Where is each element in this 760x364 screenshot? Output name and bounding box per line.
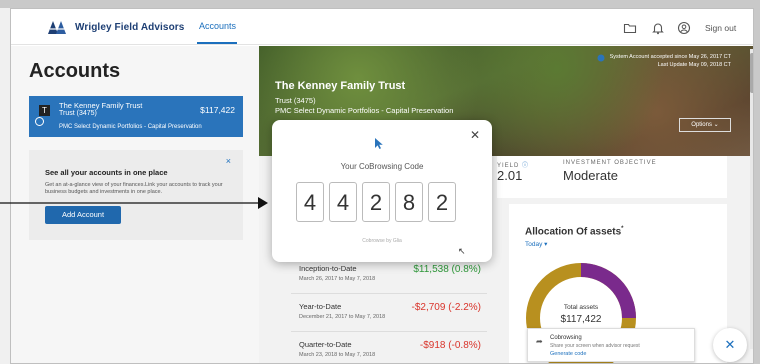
account-number: Trust (3475) — [59, 110, 97, 117]
code-digit: 4 — [296, 182, 324, 222]
radio-icon — [35, 117, 44, 126]
performance-dates: March 26, 2017 to May 7, 2018 — [299, 276, 376, 282]
account-value: $117,422 — [200, 105, 235, 115]
close-icon[interactable]: ✕ — [713, 328, 747, 362]
total-assets-label: Total assets — [563, 304, 599, 311]
performance-dates: March 23, 2018 to May 7, 2018 — [299, 352, 376, 358]
powered-by: Cobrowse by Glia — [362, 238, 402, 244]
total-assets-value: $117,422 — [560, 314, 602, 325]
promo-title: See all your accounts in one place — [45, 168, 168, 177]
account-name: The Kenney Family Trust — [59, 101, 143, 110]
hero-strategy: PMC Select Dynamic Portfolios - Capital … — [275, 106, 454, 115]
pointer-icon: ↖ — [458, 246, 466, 256]
performance-row: Quarter-to-Date March 23, 2018 to May 7,… — [291, 332, 487, 363]
page-title: Accounts — [29, 60, 121, 82]
objective-label: INVESTMENT OBJECTIVE — [563, 160, 657, 166]
performance-label: Quarter-to-Date — [299, 340, 352, 349]
performance-list: Inception-to-Date March 26, 2017 to May … — [291, 256, 487, 363]
nav-active-indicator — [197, 42, 237, 44]
options-label: Options — [691, 122, 712, 128]
cobrowse-code: 4 4 2 8 2 — [296, 182, 456, 222]
window-edge — [0, 8, 10, 364]
performance-label: Year-to-Date — [299, 302, 342, 311]
performance-value: $11,538 (0.8%) — [413, 264, 481, 275]
options-button[interactable]: Options ⌄ — [679, 118, 731, 132]
last-update: Last Update May 09, 2018 CT — [657, 62, 731, 68]
code-digit: 2 — [362, 182, 390, 222]
nav-accounts-link[interactable]: Accounts — [199, 21, 236, 31]
yield-value: 2.01 — [497, 168, 523, 183]
objective-value: Moderate — [563, 168, 618, 183]
scrollbar-thumb[interactable] — [750, 53, 753, 93]
code-digit: 4 — [329, 182, 357, 222]
toast-title: Cobrowsing — [550, 335, 582, 341]
hero-account-name: The Kenney Family Trust — [275, 80, 406, 92]
performance-value: -$918 (-0.8%) — [419, 340, 481, 351]
performance-dates: December 21, 2017 to May 7, 2018 — [299, 314, 386, 320]
brand-logo[interactable]: Wrigley Field Advisors — [47, 19, 184, 35]
signout-link[interactable]: Sign out — [705, 23, 736, 33]
hero-account-number: Trust (3475) — [275, 96, 316, 105]
wf-logo-icon — [48, 21, 66, 34]
generate-code-link[interactable]: Generate code — [550, 351, 586, 357]
code-digit: 8 — [395, 182, 423, 222]
scrollbar-track[interactable] — [750, 49, 753, 349]
link-accounts-promo: × See all your accounts in one place Get… — [29, 150, 243, 240]
summary-stats: YIELD ⓘ 2.01 INVESTMENT OBJECTIVE Modera… — [497, 156, 727, 198]
cobrowse-code-modal: ✕ Your CoBrowsing Code 4 4 2 8 2 Cobrows… — [272, 120, 492, 262]
bell-icon[interactable] — [651, 21, 665, 35]
cobrowse-toast[interactable]: ➦ Cobrowsing Share your screen when advi… — [527, 328, 695, 362]
account-strategy: PMC Select Dynamic Portfolios - Capital … — [59, 124, 202, 130]
promo-text: Get an at-a-glance view of your finances… — [45, 182, 223, 195]
allocation-title: Allocation Of assets* — [525, 226, 624, 238]
help-icon[interactable]: ⓘ — [522, 163, 529, 169]
info-icon — [597, 54, 605, 62]
user-icon[interactable] — [677, 21, 691, 35]
chevron-down-icon: ▾ — [544, 241, 548, 248]
brand-name: Wrigley Field Advisors — [75, 21, 185, 33]
performance-label: Inception-to-Date — [299, 264, 357, 273]
account-since: System Account accepted since May 26, 20… — [609, 54, 731, 60]
performance-row: Year-to-Date December 21, 2017 to May 7,… — [291, 294, 487, 332]
code-digit: 2 — [428, 182, 456, 222]
account-card[interactable]: T The Kenney Family Trust Trust (3475) P… — [29, 96, 243, 137]
account-badge: T — [39, 105, 50, 116]
toast-text: Share your screen when advisor request — [550, 343, 640, 349]
cobrowse-code-title: Your CoBrowsing Code — [340, 162, 424, 171]
folder-icon[interactable] — [623, 21, 637, 35]
close-icon[interactable]: × — [226, 156, 231, 166]
close-icon[interactable]: ✕ — [470, 128, 480, 142]
cobrowse-icon: ➦ — [536, 337, 543, 346]
top-nav: Wrigley Field Advisors Accounts Sign out — [11, 9, 753, 45]
today-dropdown[interactable]: Today ▾ — [525, 240, 547, 248]
annotation-arrow — [0, 197, 268, 209]
performance-value: -$2,709 (-2.2%) — [411, 302, 481, 313]
chevron-down-icon: ⌄ — [713, 122, 719, 128]
cursor-icon — [375, 138, 383, 149]
